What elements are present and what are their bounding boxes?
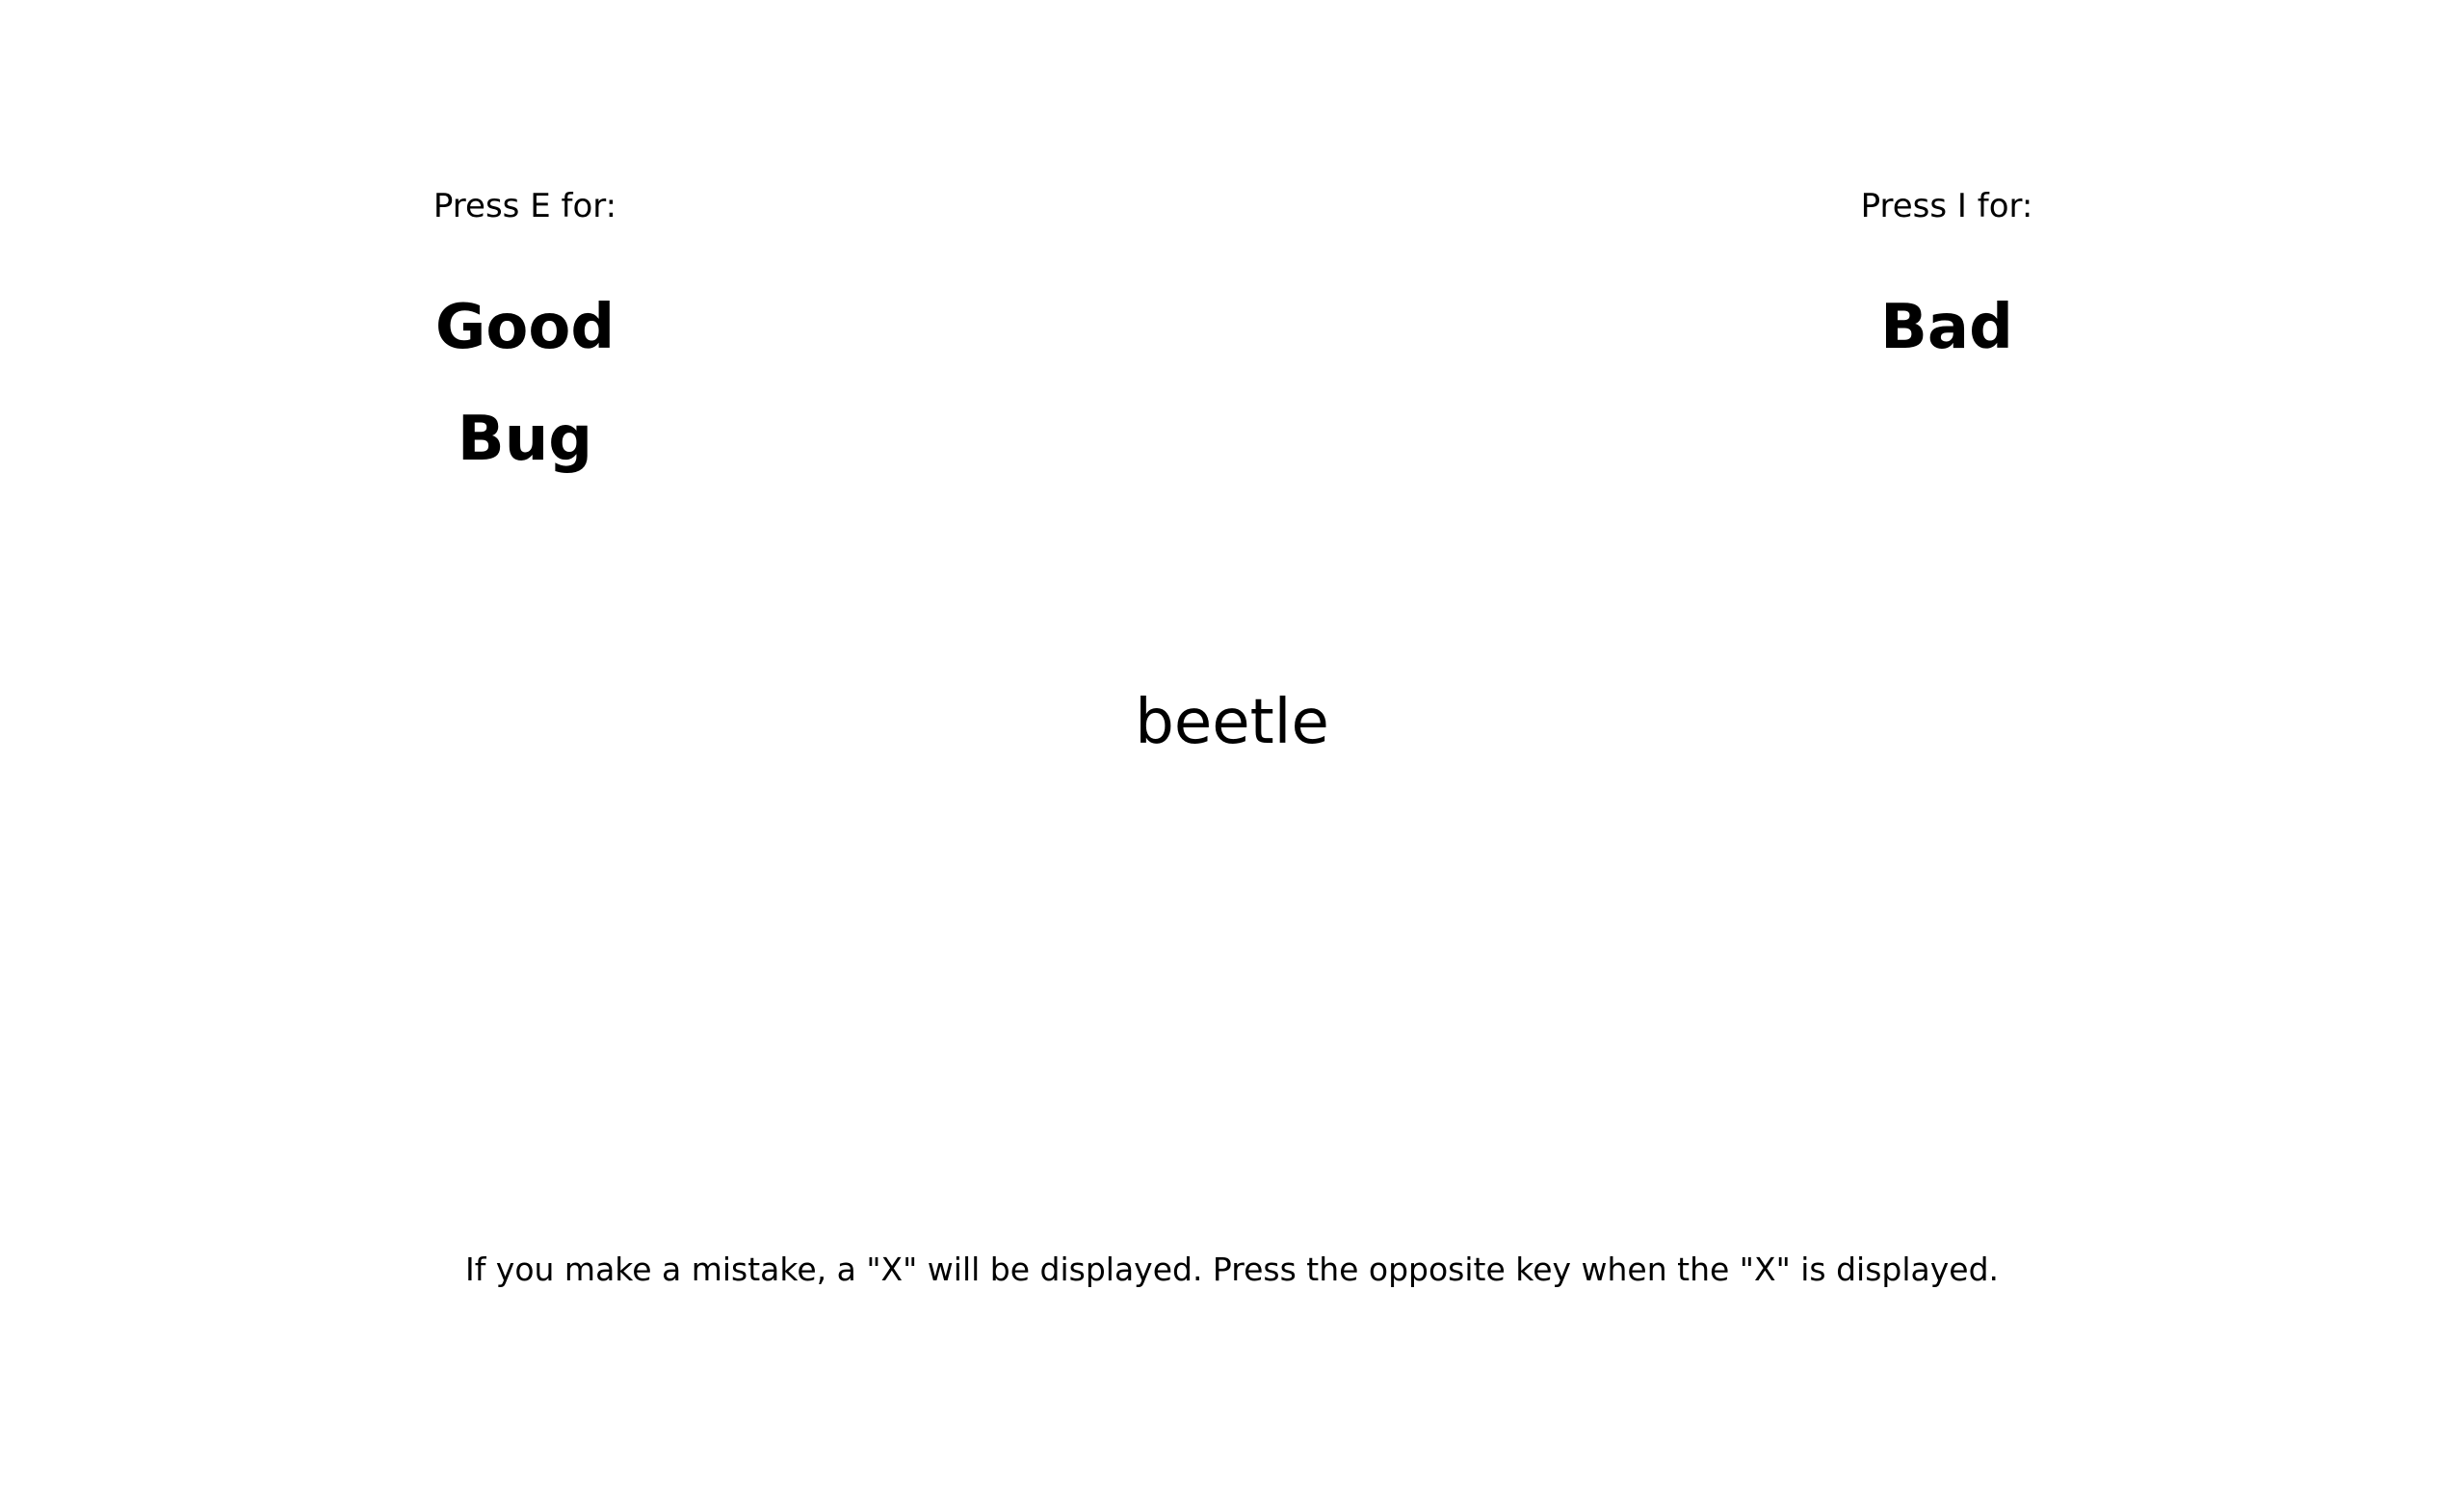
stimulus-word: beetle — [1135, 687, 1329, 758]
right-key-prompt: Press I for: — [1860, 187, 2033, 225]
left-category-bug: Bug — [457, 404, 593, 475]
error-instructions: If you make a mistake, a "X" will be dis… — [464, 1251, 2000, 1288]
left-category-panel: Press E for: Good Bug — [255, 181, 795, 495]
left-key-prompt: Press E for: — [433, 187, 617, 225]
right-category-bad: Bad — [1880, 292, 2013, 363]
right-category-panel: Press I for: Bad — [1677, 181, 2216, 383]
left-category-good: Good — [434, 292, 616, 363]
